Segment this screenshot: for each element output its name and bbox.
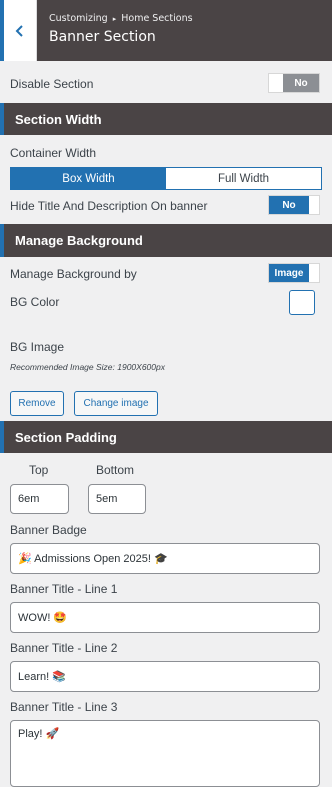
banner-badge-label: Banner Badge [10,523,87,537]
section-width-heading[interactable]: Section Width [0,103,332,135]
box-width-option[interactable]: Box Width [11,168,166,189]
manage-background-heading[interactable]: Manage Background [0,224,332,257]
bg-image-label: BG Image [10,340,65,354]
padding-bottom-label: Bottom [96,463,135,477]
banner-line2-label: Banner Title - Line 2 [10,641,118,655]
remove-image-button[interactable]: Remove [10,391,64,416]
padding-bottom-input[interactable]: 5em [88,484,146,514]
change-image-button[interactable]: Change image [74,391,158,416]
bg-color-label: BG Color [10,295,60,309]
banner-line3-label: Banner Title - Line 3 [10,700,118,714]
chevron-left-icon [15,24,23,37]
breadcrumb: Customizing ▸ Home Sections [49,13,332,24]
breadcrumb-root: Customizing [49,13,108,24]
manage-background-by-label: Manage Background by [10,267,137,281]
panel-header: Customizing ▸ Home Sections Banner Secti… [0,0,332,61]
breadcrumb-parent: Home Sections [121,13,193,24]
banner-badge-input[interactable]: 🎉 Admissions Open 2025! 🎓 [10,543,320,574]
padding-top-input[interactable]: 6em [10,484,69,514]
back-button[interactable] [0,0,37,61]
background-type-toggle[interactable]: Image [268,263,320,283]
container-width-label: Container Width [10,146,97,160]
padding-top-label: Top [29,463,49,477]
container-width-selector[interactable]: Box Width Full Width [10,167,322,190]
banner-line3-textarea[interactable]: Play! 🚀 [10,720,320,787]
breadcrumb-arrow-icon: ▸ [112,14,117,23]
section-padding-heading[interactable]: Section Padding [0,421,332,453]
panel-title-box: Customizing ▸ Home Sections Banner Secti… [37,0,332,61]
disable-section-toggle[interactable]: No [268,73,320,93]
hide-title-label: Hide Title And Description On banner [10,199,208,213]
toggle-value: Image [269,264,309,282]
bg-color-picker[interactable] [289,290,315,315]
toggle-knob [269,74,283,92]
banner-line1-label: Banner Title - Line 1 [10,582,118,596]
toggle-value: No [269,196,309,214]
page-title: Banner Section [49,29,156,45]
banner-line1-input[interactable]: WOW! 🤩 [10,602,320,633]
hide-title-toggle[interactable]: No [268,195,320,215]
toggle-value: No [283,74,319,92]
disable-section-label: Disable Section [10,77,94,91]
toggle-knob [309,264,319,282]
toggle-knob [309,196,319,214]
banner-line2-input[interactable]: Learn! 📚 [10,661,320,692]
image-size-note: Recommended Image Size: 1900X600px [10,362,165,372]
full-width-option[interactable]: Full Width [166,168,321,189]
